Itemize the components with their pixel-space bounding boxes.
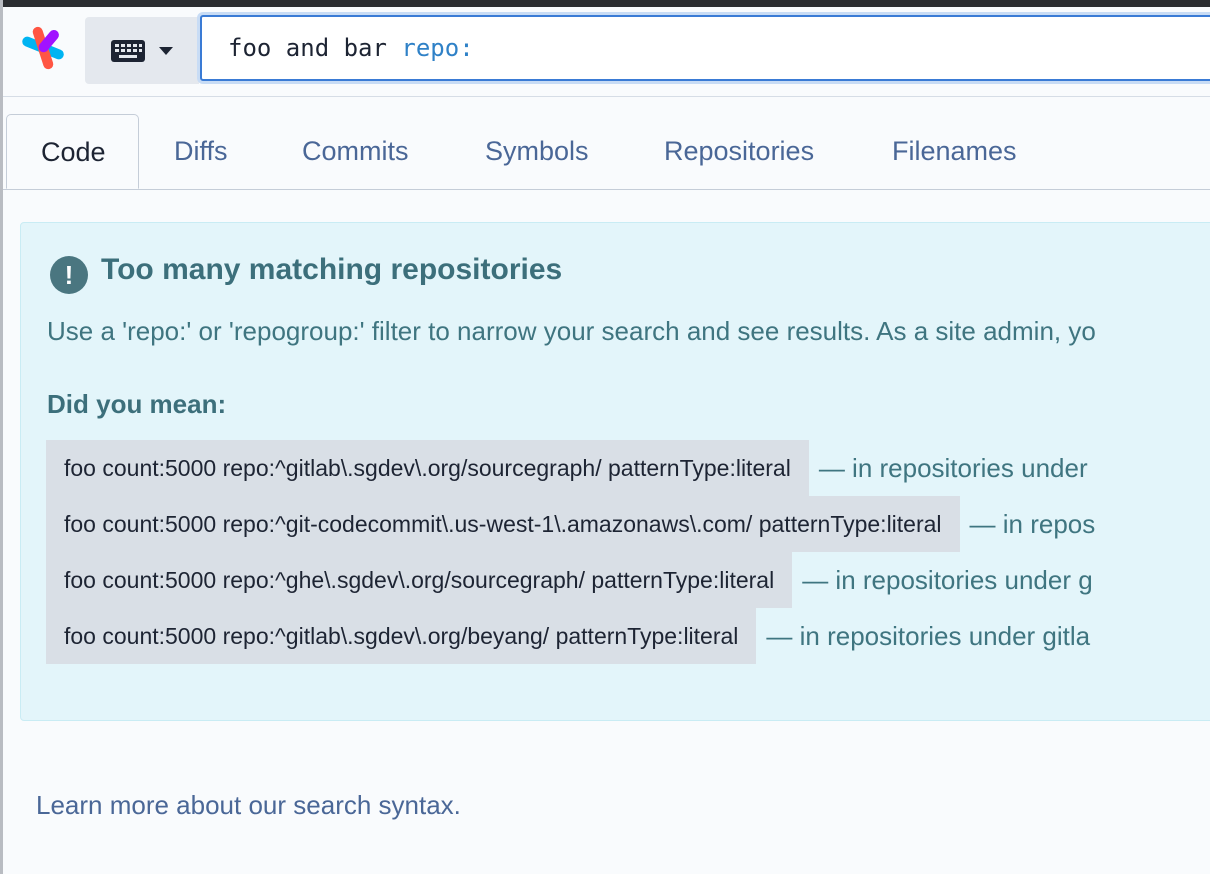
search-filter-keyword: repo: [401, 34, 474, 62]
navbar: foo and bar repo: [3, 7, 1210, 97]
search-type-tabs: Code Diffs Commits Symbols Repositories … [3, 114, 1210, 190]
search-page: foo and bar repo: Code Diffs Commits Sym… [0, 0, 1210, 874]
exclamation-circle-icon: ! [50, 256, 88, 294]
suggestion-description: — in repositories under gitla [766, 620, 1091, 651]
tab-commits[interactable]: Commits [302, 114, 409, 189]
suggestion-description: — in repositories under [818, 452, 1088, 483]
alert-description: Use a 'repo:' or 'repogroup:' filter to … [47, 316, 1096, 346]
tab-diffs[interactable]: Diffs [174, 114, 228, 189]
suggestion-description: — in repositories under g [802, 564, 1093, 595]
alert-title: Too many matching repositories [101, 253, 563, 286]
search-syntax-link[interactable]: Learn more about our search syntax. [36, 790, 461, 821]
suggestion-item: foo count:5000 repo:^git-codecommit\.us-… [46, 496, 1095, 552]
keyboard-icon [111, 39, 145, 62]
tab-repositories[interactable]: Repositories [664, 114, 814, 189]
suggestion-item: foo count:5000 repo:^ghe\.sgdev\.org/sou… [46, 552, 1093, 608]
suggestion-item: foo count:5000 repo:^gitlab\.sgdev\.org/… [46, 608, 1090, 664]
suggestion-query-link[interactable]: foo count:5000 repo:^ghe\.sgdev\.org/sou… [46, 552, 793, 608]
sourcegraph-logo-icon[interactable] [17, 22, 69, 74]
search-query-text: foo and bar [228, 34, 402, 62]
suggestion-query-link[interactable]: foo count:5000 repo:^gitlab\.sgdev\.org/… [46, 608, 757, 664]
suggestion-description: — in repos [969, 508, 1096, 539]
tab-code[interactable]: Code [6, 114, 139, 189]
suggestion-query-link[interactable]: foo count:5000 repo:^git-codecommit\.us-… [46, 496, 960, 552]
search-input[interactable]: foo and bar repo: [200, 15, 1210, 81]
window-top-edge [0, 0, 1210, 7]
tab-filenames[interactable]: Filenames [892, 114, 1017, 189]
tab-symbols[interactable]: Symbols [485, 114, 589, 189]
query-mode-toggle-button[interactable] [85, 17, 199, 84]
did-you-mean-label: Did you mean: [47, 389, 227, 419]
too-many-repos-alert: ! Too many matching repositories Use a '… [20, 222, 1210, 721]
caret-down-icon [159, 46, 173, 55]
suggestion-item: foo count:5000 repo:^gitlab\.sgdev\.org/… [46, 440, 1088, 496]
suggestion-query-link[interactable]: foo count:5000 repo:^gitlab\.sgdev\.org/… [46, 440, 809, 496]
